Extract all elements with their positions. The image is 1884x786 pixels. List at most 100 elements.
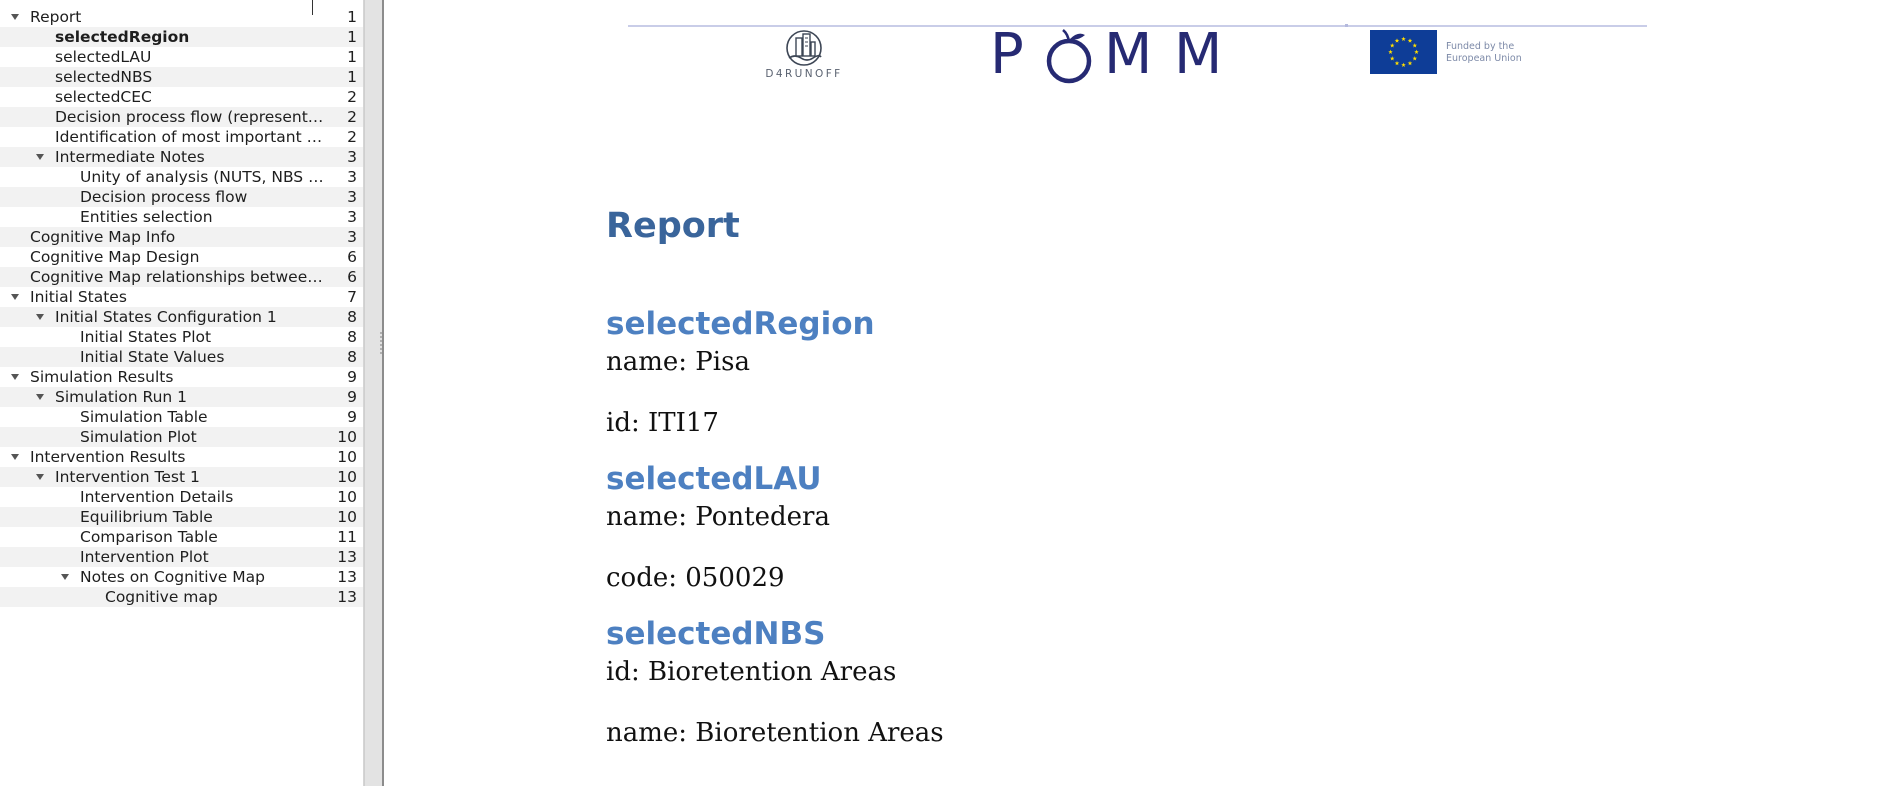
- outline-item[interactable]: Intervention Details 10: [0, 487, 363, 507]
- outline-item[interactable]: Comparison Table 11: [0, 527, 363, 547]
- eu-caption-line-2: European Union: [1446, 53, 1522, 64]
- outline-item-page-number: 3: [347, 168, 357, 186]
- region-name-text: name: Pisa: [606, 347, 750, 377]
- outline-item[interactable]: Equilibrium Table 10: [0, 507, 363, 527]
- outline-item-page-number: 8: [347, 308, 357, 326]
- outline-item[interactable]: selectedRegion 1: [0, 27, 363, 47]
- report-title: Report: [606, 206, 740, 246]
- pomm-letter-m2: M: [1174, 22, 1223, 87]
- outline-item[interactable]: Initial States 7: [0, 287, 363, 307]
- eu-star-icon: [1401, 62, 1406, 67]
- outline-item[interactable]: Report 1: [0, 7, 363, 27]
- eu-star-icon: [1412, 56, 1418, 61]
- splitter-grip-icon[interactable]: [380, 332, 382, 356]
- collapse-triangle-icon[interactable]: [8, 367, 22, 387]
- outline-item-label: selectedLAU: [55, 48, 152, 66]
- panel-splitter[interactable]: [364, 0, 384, 786]
- region-id-text: id: ITI17: [606, 408, 719, 438]
- outline-item[interactable]: Simulation Run 1 9: [0, 387, 363, 407]
- d4runoff-logo-text: D4RUNOFF: [765, 68, 843, 80]
- lau-name-text: name: Pontedera: [606, 502, 830, 532]
- outline-item-label: Report: [30, 8, 82, 26]
- outline-item[interactable]: selectedCEC 2: [0, 87, 363, 107]
- outline-item[interactable]: Simulation Results 9: [0, 367, 363, 387]
- collapse-triangle-icon[interactable]: [33, 467, 47, 487]
- outline-item[interactable]: Simulation Plot 10: [0, 427, 363, 447]
- pomm-logo: P M M: [990, 26, 1228, 84]
- outline-item-label: Intervention Results: [30, 448, 186, 466]
- eu-flag-icon: [1370, 30, 1437, 74]
- outline-item-page-number: 3: [347, 208, 357, 226]
- outline-item[interactable]: Initial State Values 8: [0, 347, 363, 367]
- outline-item[interactable]: Cognitive Map Design 6: [0, 247, 363, 267]
- outline-item[interactable]: Unity of analysis (NUTS, NBS & C… 3: [0, 167, 363, 187]
- collapse-triangle-icon[interactable]: [33, 307, 47, 327]
- eu-star-icon: [1394, 60, 1400, 66]
- outline-item-page-number: 7: [347, 288, 357, 306]
- document-outline-panel: Report 1 selectedRegion 1 selectedLAU 1 select…: [0, 0, 364, 786]
- outline-item-page-number: 10: [337, 428, 357, 446]
- outline-item[interactable]: Cognitive Map Info 3: [0, 227, 363, 247]
- outline-item-page-number: 3: [347, 228, 357, 246]
- outline-item[interactable]: Decision process flow 3: [0, 187, 363, 207]
- outline-item-label: Simulation Run 1: [55, 388, 187, 406]
- outline-item[interactable]: Entities selection 3: [0, 207, 363, 227]
- pomm-letter-p: P: [990, 22, 1024, 87]
- outline-item[interactable]: Intermediate Notes 3: [0, 147, 363, 167]
- outline-item[interactable]: Initial States Configuration 1 8: [0, 307, 363, 327]
- outline-item[interactable]: selectedLAU 1: [0, 47, 363, 67]
- outline-item-page-number: 11: [337, 528, 357, 546]
- outline-item-page-number: 10: [337, 508, 357, 526]
- outline-item-page-number: 13: [337, 588, 357, 606]
- outline-item-page-number: 8: [347, 348, 357, 366]
- building-water-emblem-icon: [786, 30, 822, 66]
- outline-item-label: Intervention Plot: [80, 548, 209, 566]
- outline-item-page-number: 8: [347, 328, 357, 346]
- outline-item-label: Simulation Plot: [80, 428, 197, 446]
- outline-item-label: selectedNBS: [55, 68, 153, 86]
- outline-item[interactable]: Intervention Results 10: [0, 447, 363, 467]
- outline-item[interactable]: Intervention Test 1 10: [0, 467, 363, 487]
- collapse-triangle-icon[interactable]: [8, 287, 22, 307]
- outline-item[interactable]: Notes on Cognitive Map 13: [0, 567, 363, 587]
- outline-item-label: Cognitive Map Info: [30, 228, 176, 246]
- collapse-triangle-icon[interactable]: [33, 387, 47, 407]
- outline-item-label: Identification of most important en…: [55, 128, 328, 146]
- outline-item-label: Unity of analysis (NUTS, NBS & C…: [80, 168, 328, 186]
- lau-code-text: code: 050029: [606, 563, 785, 593]
- outline-item-page-number: 13: [337, 548, 357, 566]
- outline-item[interactable]: Simulation Table 9: [0, 407, 363, 427]
- heading-selected-region: selectedRegion: [606, 306, 875, 342]
- outline-item-label: Cognitive Map Design: [30, 248, 200, 266]
- d4runoff-logo: D4RUNOFF: [756, 30, 852, 82]
- outline-item[interactable]: Decision process flow (represented … 2: [0, 107, 363, 127]
- collapse-triangle-icon[interactable]: [33, 147, 47, 167]
- outline-item-page-number: 3: [347, 188, 357, 206]
- collapse-triangle-icon[interactable]: [8, 7, 22, 27]
- outline-item[interactable]: Initial States Plot 8: [0, 327, 363, 347]
- outline-item-label: Initial States Plot: [80, 328, 212, 346]
- outline-item-label: Initial State Values: [80, 348, 225, 366]
- collapse-triangle-icon[interactable]: [58, 567, 72, 587]
- outline-item[interactable]: Intervention Plot 13: [0, 547, 363, 567]
- outline-item-page-number: 10: [337, 468, 357, 486]
- outline-item[interactable]: Cognitive Map relationships between e… 6: [0, 267, 363, 287]
- collapse-triangle-icon[interactable]: [8, 447, 22, 467]
- outline-item[interactable]: selectedNBS 1: [0, 67, 363, 87]
- outline-item[interactable]: Identification of most important en… 2: [0, 127, 363, 147]
- outline-item[interactable]: Cognitive map 13: [0, 587, 363, 607]
